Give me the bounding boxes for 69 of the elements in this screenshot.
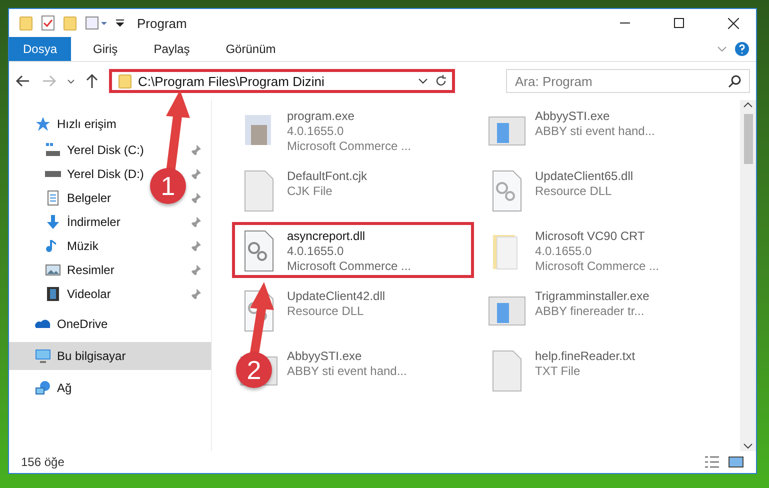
document-icon — [45, 190, 61, 206]
file-detail: Microsoft Commerce ... — [287, 259, 412, 274]
sidebar-item[interactable]: Bu bilgisayar — [9, 342, 211, 370]
file-name[interactable]: help.fineReader.txt — [535, 349, 636, 364]
sidebar-item[interactable]: Yerel Disk (C:) — [9, 138, 148, 162]
chevron-down-icon — [418, 76, 428, 86]
file-detail: Resource DLL — [535, 184, 613, 199]
up-arrow-icon[interactable] — [85, 73, 99, 89]
sidebar-item[interactable]: Müzik — [9, 234, 102, 258]
star-icon — [35, 116, 51, 132]
file-detail: 4.0.1655.0 — [535, 244, 593, 259]
ribbon-tab[interactable]: Paylaş — [140, 37, 204, 61]
file-name[interactable]: Microsoft VC90 CRT — [535, 229, 660, 244]
sidebar-item[interactable]: Ağ — [9, 374, 76, 402]
refresh-icon[interactable] — [434, 74, 448, 88]
film-icon — [45, 286, 61, 302]
back-arrow-icon[interactable] — [15, 73, 31, 89]
sidebar-item[interactable]: İndirmeler — [9, 210, 124, 234]
sidebar-item[interactable]: OneDrive — [9, 310, 112, 338]
checklist-icon — [41, 15, 55, 31]
sidebar-item[interactable]: Hızlı erişim — [9, 110, 120, 138]
file-name[interactable]: UpdateClient65.dll — [535, 169, 634, 184]
file-detail: 4.0.1655.0 — [287, 124, 345, 139]
window-title: Program — [137, 16, 187, 30]
file-detail: Microsoft Commerce ... — [287, 139, 412, 154]
properties-icon — [85, 16, 107, 30]
file-detail: TXT File — [535, 364, 582, 379]
picture-icon — [45, 262, 61, 278]
file-name[interactable]: program.exe — [287, 109, 412, 124]
drive-icon — [45, 142, 61, 158]
computer-icon — [35, 348, 51, 364]
file-detail: CJK File — [287, 184, 334, 199]
scrollbar[interactable] — [740, 100, 756, 451]
file-name[interactable]: UpdateClient42.dll — [287, 289, 386, 304]
ribbon-tab[interactable]: Giriş — [79, 37, 132, 61]
file-name[interactable]: DefaultFont.cjk — [287, 169, 368, 184]
sidebar-item[interactable]: Belgeler — [9, 186, 116, 210]
maximize-icon — [674, 18, 684, 28]
folder-icon — [118, 73, 132, 89]
scroll-thumb[interactable] — [744, 114, 752, 164]
chevron-up-icon — [743, 100, 753, 110]
thumbnail-view-icon[interactable] — [728, 455, 744, 469]
sidebar-item[interactable]: Videolar — [9, 282, 115, 306]
file-name[interactable]: AbbyySTI.exe — [535, 109, 655, 124]
drive-icon — [45, 171, 61, 177]
file-detail: ABBY sti event hand... — [287, 364, 407, 379]
folder-icon — [63, 15, 77, 31]
file-name[interactable]: asyncreport.dll — [287, 229, 412, 244]
file-detail: ABBY sti event hand... — [535, 124, 655, 139]
file-detail: 4.0.1655.0 — [287, 244, 345, 259]
file-name[interactable]: AbbyySTI.exe — [287, 349, 407, 364]
ribbon-tab[interactable]: Dosya — [9, 37, 72, 61]
file-detail: Microsoft Commerce ... — [535, 259, 660, 274]
search-field[interactable]: Ara: Program — [506, 69, 750, 93]
sidebar-item[interactable]: Yerel Disk (D:) — [9, 162, 148, 186]
dropdown-icon — [115, 18, 125, 28]
chevron-down-icon — [743, 441, 753, 451]
item-count: 156 öğe — [21, 455, 66, 469]
ribbon-tab[interactable]: Görünüm — [212, 37, 290, 61]
folder-icon — [19, 15, 33, 31]
address-bar[interactable]: C:\Program Files\Program Dizini — [109, 69, 455, 93]
close-icon — [728, 18, 738, 28]
details-view-icon[interactable] — [704, 455, 720, 469]
sidebar-item[interactable]: Resimler — [9, 258, 118, 282]
file-name[interactable]: Trigramminstaller.exe — [535, 289, 650, 304]
file-detail: ABBY finereader tr... — [535, 304, 646, 319]
network-icon — [35, 380, 51, 396]
download-arrow-icon — [45, 214, 61, 230]
file-detail: Resource DLL — [287, 304, 365, 319]
